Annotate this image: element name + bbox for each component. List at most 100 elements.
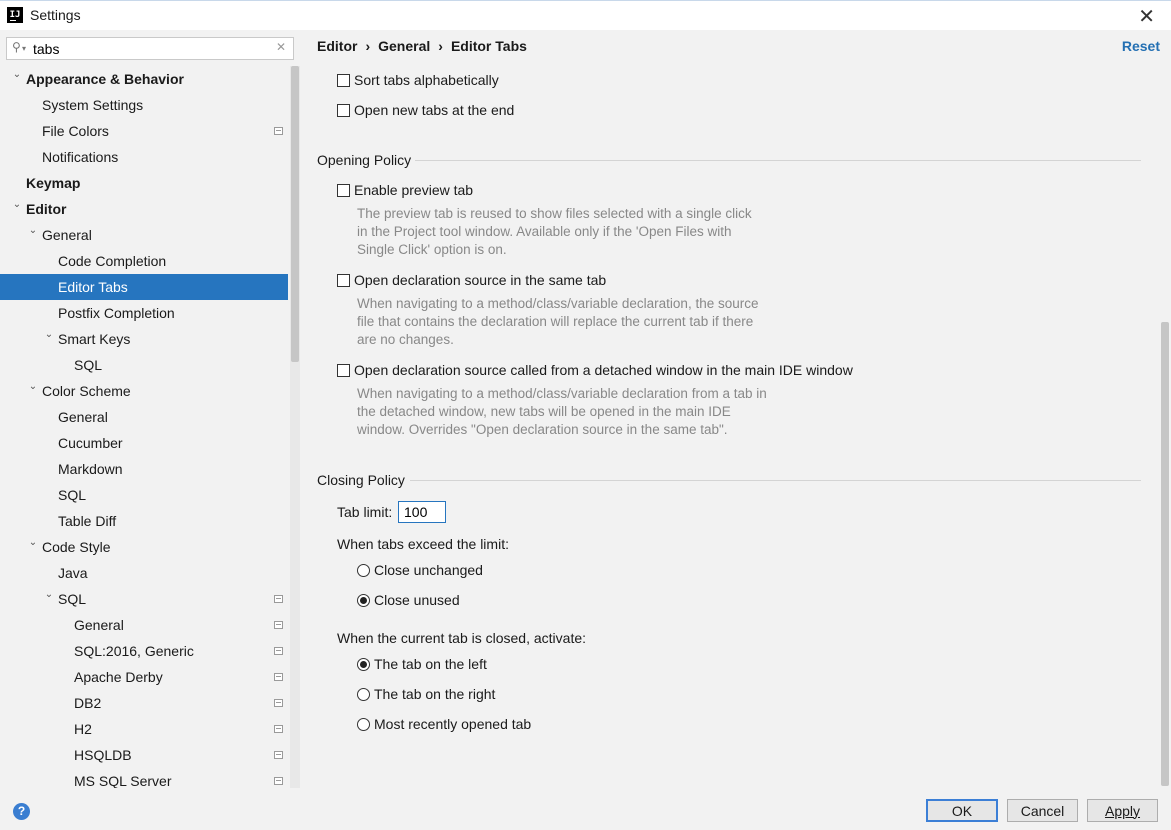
tree-item[interactable]: Notifications [0, 144, 288, 170]
settings-search-input[interactable] [33, 39, 273, 58]
sort-tabs-label[interactable]: Sort tabs alphabetically [354, 72, 499, 88]
open-declaration-same-tab-checkbox[interactable] [337, 274, 350, 287]
chevron-down-icon[interactable]: ⌄ [11, 192, 23, 218]
tree-item-label: Appearance & Behavior [26, 71, 184, 87]
intellij-app-icon: IJ [7, 7, 23, 23]
search-history-chevron-icon[interactable]: ▾ [22, 44, 26, 53]
sidebar-scrollbar-thumb[interactable] [291, 66, 299, 362]
tree-item[interactable]: ⌄ Appearance & Behavior [0, 66, 288, 92]
settings-search-box[interactable]: ⚲ ▾ ✕ [6, 37, 294, 60]
enable-preview-tab-label[interactable]: Enable preview tab [354, 182, 473, 198]
tree-item-label: Code Style [42, 539, 111, 555]
project-level-icon [274, 777, 283, 785]
tree-item-label: Table Diff [58, 513, 117, 529]
tab-limit-input[interactable] [398, 501, 446, 523]
tree-item[interactable]: DB2 [0, 690, 288, 716]
project-level-icon [274, 673, 283, 681]
content-scrollbar-thumb[interactable] [1161, 322, 1169, 786]
detached-window-description: When navigating to a method/class/variab… [357, 386, 767, 437]
tree-item[interactable]: Code Completion [0, 248, 288, 274]
tree-item-label: Cucumber [58, 435, 123, 451]
tree-item[interactable]: MS SQL Server [0, 768, 288, 788]
close-unchanged-label[interactable]: Close unchanged [374, 562, 483, 578]
tree-item-label: HSQLDB [74, 747, 132, 763]
tree-item[interactable]: ⌄ Editor [0, 196, 288, 222]
tree-item[interactable]: Markdown [0, 456, 288, 482]
tree-item-label: Code Completion [58, 253, 167, 269]
open-declaration-detached-label[interactable]: Open declaration source called from a de… [354, 362, 853, 378]
closing-policy-divider [410, 480, 1141, 481]
tab-on-right-label[interactable]: The tab on the right [374, 686, 495, 702]
close-unused-radio[interactable] [357, 594, 370, 607]
breadcrumb: Editor › General › Editor Tabs [317, 38, 527, 54]
content-scrollbar[interactable] [1159, 30, 1171, 788]
tree-item[interactable]: HSQLDB [0, 742, 288, 768]
title-bar: IJ Settings ✕ [0, 0, 1171, 30]
apply-button[interactable]: Apply [1087, 799, 1158, 822]
open-declaration-detached-checkbox[interactable] [337, 364, 350, 377]
tab-on-left-radio[interactable] [357, 658, 370, 671]
open-new-tabs-at-end-checkbox[interactable] [337, 104, 350, 117]
ok-button[interactable]: OK [926, 799, 998, 822]
tree-item[interactable]: SQL [0, 352, 288, 378]
most-recent-tab-label[interactable]: Most recently opened tab [374, 716, 531, 732]
search-icon[interactable]: ⚲ [12, 40, 21, 54]
tree-item[interactable]: ⌄ SQL [0, 586, 288, 612]
tree-item[interactable]: SQL:2016, Generic [0, 638, 288, 664]
breadcrumb-item-editor-tabs: Editor Tabs [450, 38, 527, 54]
most-recent-tab-radio[interactable] [357, 718, 370, 731]
chevron-down-icon[interactable]: ⌄ [27, 530, 39, 556]
tree-item[interactable]: ⌄ General [0, 222, 288, 248]
tree-item-label: Apache Derby [74, 669, 163, 685]
tree-item-label: General [42, 227, 92, 243]
tree-item[interactable]: General [0, 612, 288, 638]
dialog-button-bar: ? OK Cancel Apply [0, 788, 1171, 830]
project-level-icon [274, 621, 283, 629]
tree-item[interactable]: Editor Tabs [0, 274, 288, 300]
chevron-down-icon[interactable]: ⌄ [27, 374, 39, 400]
chevron-down-icon[interactable]: ⌄ [43, 582, 55, 608]
chevron-down-icon[interactable]: ⌄ [27, 218, 39, 244]
tree-item[interactable]: General [0, 404, 288, 430]
tree-item-label: File Colors [42, 123, 109, 139]
breadcrumb-separator: › [438, 38, 443, 54]
sidebar-scrollbar[interactable] [290, 66, 300, 788]
tree-item[interactable]: SQL [0, 482, 288, 508]
tab-on-left-label[interactable]: The tab on the left [374, 656, 487, 672]
tree-item[interactable]: Table Diff [0, 508, 288, 534]
breadcrumb-separator: › [365, 38, 371, 54]
clear-search-icon[interactable]: ✕ [276, 40, 286, 54]
closing-policy-title: Closing Policy [317, 472, 405, 488]
close-icon[interactable]: ✕ [1138, 4, 1155, 29]
tree-item-label: General [58, 409, 108, 425]
tree-item[interactable]: Cucumber [0, 430, 288, 456]
close-unchanged-radio[interactable] [357, 564, 370, 577]
open-new-tabs-at-end-label[interactable]: Open new tabs at the end [354, 102, 514, 118]
tree-item-label: Markdown [58, 461, 123, 477]
tree-item[interactable]: H2 [0, 716, 288, 742]
open-declaration-same-tab-label[interactable]: Open declaration source in the same tab [354, 272, 606, 288]
tree-item[interactable]: Apache Derby [0, 664, 288, 690]
tree-item[interactable]: File Colors [0, 118, 288, 144]
tree-item[interactable]: System Settings [0, 92, 288, 118]
tree-item[interactable]: ⌄ Smart Keys [0, 326, 288, 352]
activate-on-close-label: When the current tab is closed, activate… [337, 630, 587, 646]
sort-tabs-checkbox[interactable] [337, 74, 350, 87]
tree-item[interactable]: ⌄ Code Style [0, 534, 288, 560]
preview-tab-description: The preview tab is reused to show files … [357, 206, 752, 257]
tree-item-label: Color Scheme [42, 383, 131, 399]
tree-item-label: System Settings [42, 97, 144, 113]
tree-item-label: SQL [58, 591, 87, 607]
reset-link[interactable]: Reset [1122, 38, 1160, 54]
tree-item[interactable]: ⌄ Color Scheme [0, 378, 288, 404]
cancel-button[interactable]: Cancel [1007, 799, 1078, 822]
chevron-down-icon[interactable]: ⌄ [43, 322, 55, 348]
tree-item[interactable]: Keymap [0, 170, 288, 196]
help-icon[interactable]: ? [13, 803, 30, 820]
chevron-down-icon[interactable]: ⌄ [11, 66, 23, 88]
close-unused-label[interactable]: Close unused [374, 592, 460, 608]
tree-item-label: DB2 [74, 695, 102, 711]
tree-item-label: SQL:2016, Generic [74, 643, 194, 659]
enable-preview-tab-checkbox[interactable] [337, 184, 350, 197]
tab-on-right-radio[interactable] [357, 688, 370, 701]
